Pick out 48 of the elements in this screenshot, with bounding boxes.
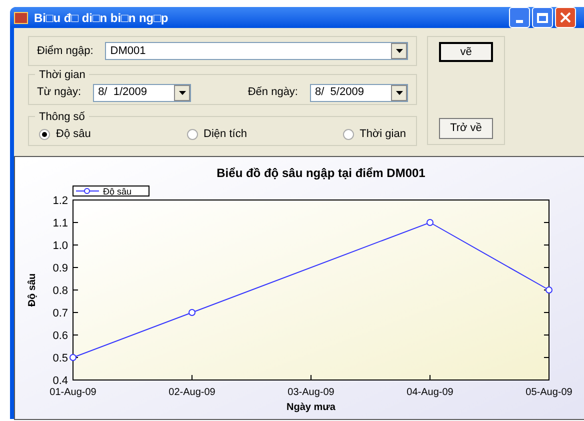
x-tick-label: 04-Aug-09: [406, 387, 454, 398]
draw-button[interactable]: vẽ: [439, 42, 493, 62]
chart-title: Biểu đồ độ sâu ngập tại điểm DM001: [216, 166, 426, 180]
to-date-label: Đến ngày:: [248, 85, 298, 100]
x-tick-label: 05-Aug-09: [526, 387, 573, 398]
parameter-radio[interactable]: Độ sâu: [39, 126, 91, 142]
x-tick-label: 01-Aug-09: [50, 387, 97, 398]
chart-legend: Độ sâu: [72, 186, 150, 196]
window-title: Bi□u đ□ di□n bi□n ng□p: [34, 10, 170, 26]
y-tick-label: 0.6: [52, 330, 68, 342]
point-label: Điểm ngập:: [37, 44, 94, 59]
app-icon: [14, 12, 28, 24]
y-tick-label: 0.6: [52, 330, 550, 342]
y-tick-label: 0.9: [52, 262, 550, 274]
from-date-picker[interactable]: 8/ 1/2009: [93, 84, 192, 102]
x-axis-label: Ngày mưa: [286, 402, 336, 413]
y-tick-label: 0.9: [52, 262, 68, 274]
minimize-button[interactable]: [509, 7, 530, 28]
time-group-title: Thời gian: [35, 67, 90, 84]
point-dropdown[interactable]: DM001: [105, 42, 408, 60]
y-axis-label: Độ sâu: [27, 273, 38, 307]
y-tick-label: 0.5: [52, 352, 68, 364]
y-tick-label: 0.7: [52, 308, 550, 320]
parameter-group-title: Thông số: [35, 109, 89, 126]
y-tick-label: 1.0: [52, 240, 68, 252]
y-tick-label: 1.0: [52, 240, 550, 252]
data-point: [426, 219, 434, 226]
y-tick-label: 1.1: [52, 218, 68, 230]
x-tick-label: 02-Aug-09: [168, 387, 216, 398]
data-point: [188, 309, 196, 316]
y-tick-label: 1.2: [52, 195, 550, 207]
close-button[interactable]: [555, 7, 576, 28]
parameter-radio[interactable]: Diện tích: [186, 126, 247, 142]
data-point: [70, 354, 76, 361]
y-tick-label: 0.4: [52, 375, 68, 387]
back-button[interactable]: Trở về: [439, 118, 493, 139]
parameter-radio[interactable]: Thời gian: [342, 126, 406, 142]
from-date-label: Từ ngày:: [37, 85, 82, 100]
x-tick-label: 03-Aug-09: [288, 387, 335, 398]
y-tick-label: 0.8: [52, 285, 68, 297]
y-tick-label: 1.1: [52, 218, 550, 230]
close-icon: [560, 12, 571, 23]
y-tick-label: 0.7: [52, 308, 68, 320]
maximize-button[interactable]: [532, 7, 553, 28]
y-tick-label: 1.2: [52, 195, 68, 207]
data-point: [546, 286, 552, 294]
legend-label: Độ sâu: [103, 186, 132, 196]
to-date-picker[interactable]: 8/ 5/2009: [310, 84, 408, 102]
